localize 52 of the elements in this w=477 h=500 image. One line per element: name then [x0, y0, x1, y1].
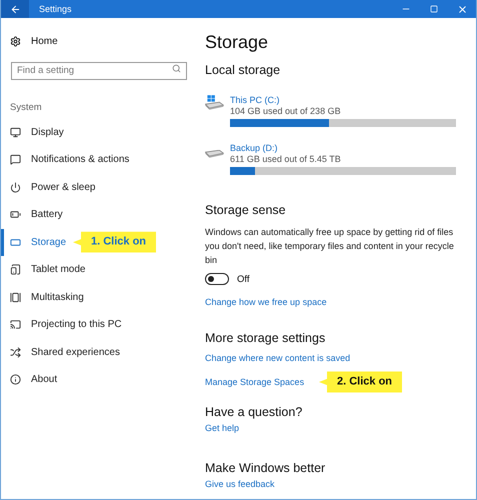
sidebar-item[interactable]: Display — [1, 118, 197, 146]
sidebar-item[interactable]: Projecting to this PC — [1, 311, 197, 338]
link[interactable]: Change where new content is saved — [205, 353, 350, 363]
sidebar-item[interactable]: Tablet mode — [1, 256, 197, 284]
search-icon — [172, 64, 181, 73]
window-stack-icon — [10, 292, 21, 303]
section-heading: Storage sense — [205, 203, 287, 217]
back-button[interactable] — [1, 0, 29, 18]
monitor-icon — [10, 126, 21, 138]
drive-icon — [205, 150, 224, 158]
toggle-switch[interactable] — [205, 273, 229, 285]
section-heading: Local storage — [205, 63, 282, 77]
info-icon — [10, 374, 21, 386]
description: Windows can automatically free up space by getting rid of files you don't need, like temporary files and content in your recycle bin — [205, 226, 455, 267]
battery-icon — [10, 209, 21, 220]
section-heading: Have a question? — [205, 405, 304, 419]
cast-icon — [10, 319, 21, 330]
drive-name-link[interactable]: This PC (C:) — [230, 95, 456, 105]
shuffle-icon — [10, 346, 21, 358]
callout: 2. Click on — [319, 372, 402, 392]
page-title: Storage — [205, 32, 270, 53]
sidebar-item[interactable]: Storage 1. Click on — [1, 228, 197, 256]
section-label: System — [9, 102, 43, 112]
callout: 1. Click on — [73, 232, 156, 253]
sidebar-item[interactable]: Multitasking — [1, 284, 197, 311]
section-heading: More storage settings — [205, 331, 326, 345]
sidebar-item[interactable]: Notifications & actions — [1, 146, 197, 174]
close-icon — [456, 4, 468, 14]
drive-name-link[interactable]: Backup (D:) — [230, 143, 456, 153]
sidebar-item[interactable]: Battery — [1, 201, 197, 228]
sidebar-item[interactable]: Shared experiences — [1, 338, 197, 366]
speech-bubble-icon — [10, 154, 21, 166]
drive-usage: 104 GB used out of 238 GB — [230, 106, 342, 116]
home-item[interactable]: Home — [1, 30, 197, 52]
power-icon — [10, 182, 21, 193]
drive-usage: 611 GB used out of 5.45 TB — [230, 154, 342, 164]
search-field[interactable]: Find a setting — [11, 62, 187, 80]
link[interactable]: Change how we free up space — [205, 297, 327, 307]
window-title: Settings — [39, 4, 73, 14]
link[interactable]: Give us feedback — [205, 479, 275, 489]
toggle-label: Off — [237, 274, 250, 284]
section-heading: Make Windows better — [205, 461, 326, 475]
maximize-icon — [430, 5, 438, 13]
sidebar-item[interactable]: Power & sleep — [1, 174, 197, 201]
gear-icon — [10, 36, 21, 46]
drive-icon — [205, 95, 224, 110]
tablet-icon — [10, 264, 21, 276]
back-arrow-icon — [10, 4, 20, 14]
link[interactable]: Manage Storage Spaces — [205, 377, 304, 387]
sidebar-item[interactable]: About — [1, 366, 197, 394]
drive-icon — [10, 236, 21, 248]
link[interactable]: Get help — [205, 423, 240, 433]
